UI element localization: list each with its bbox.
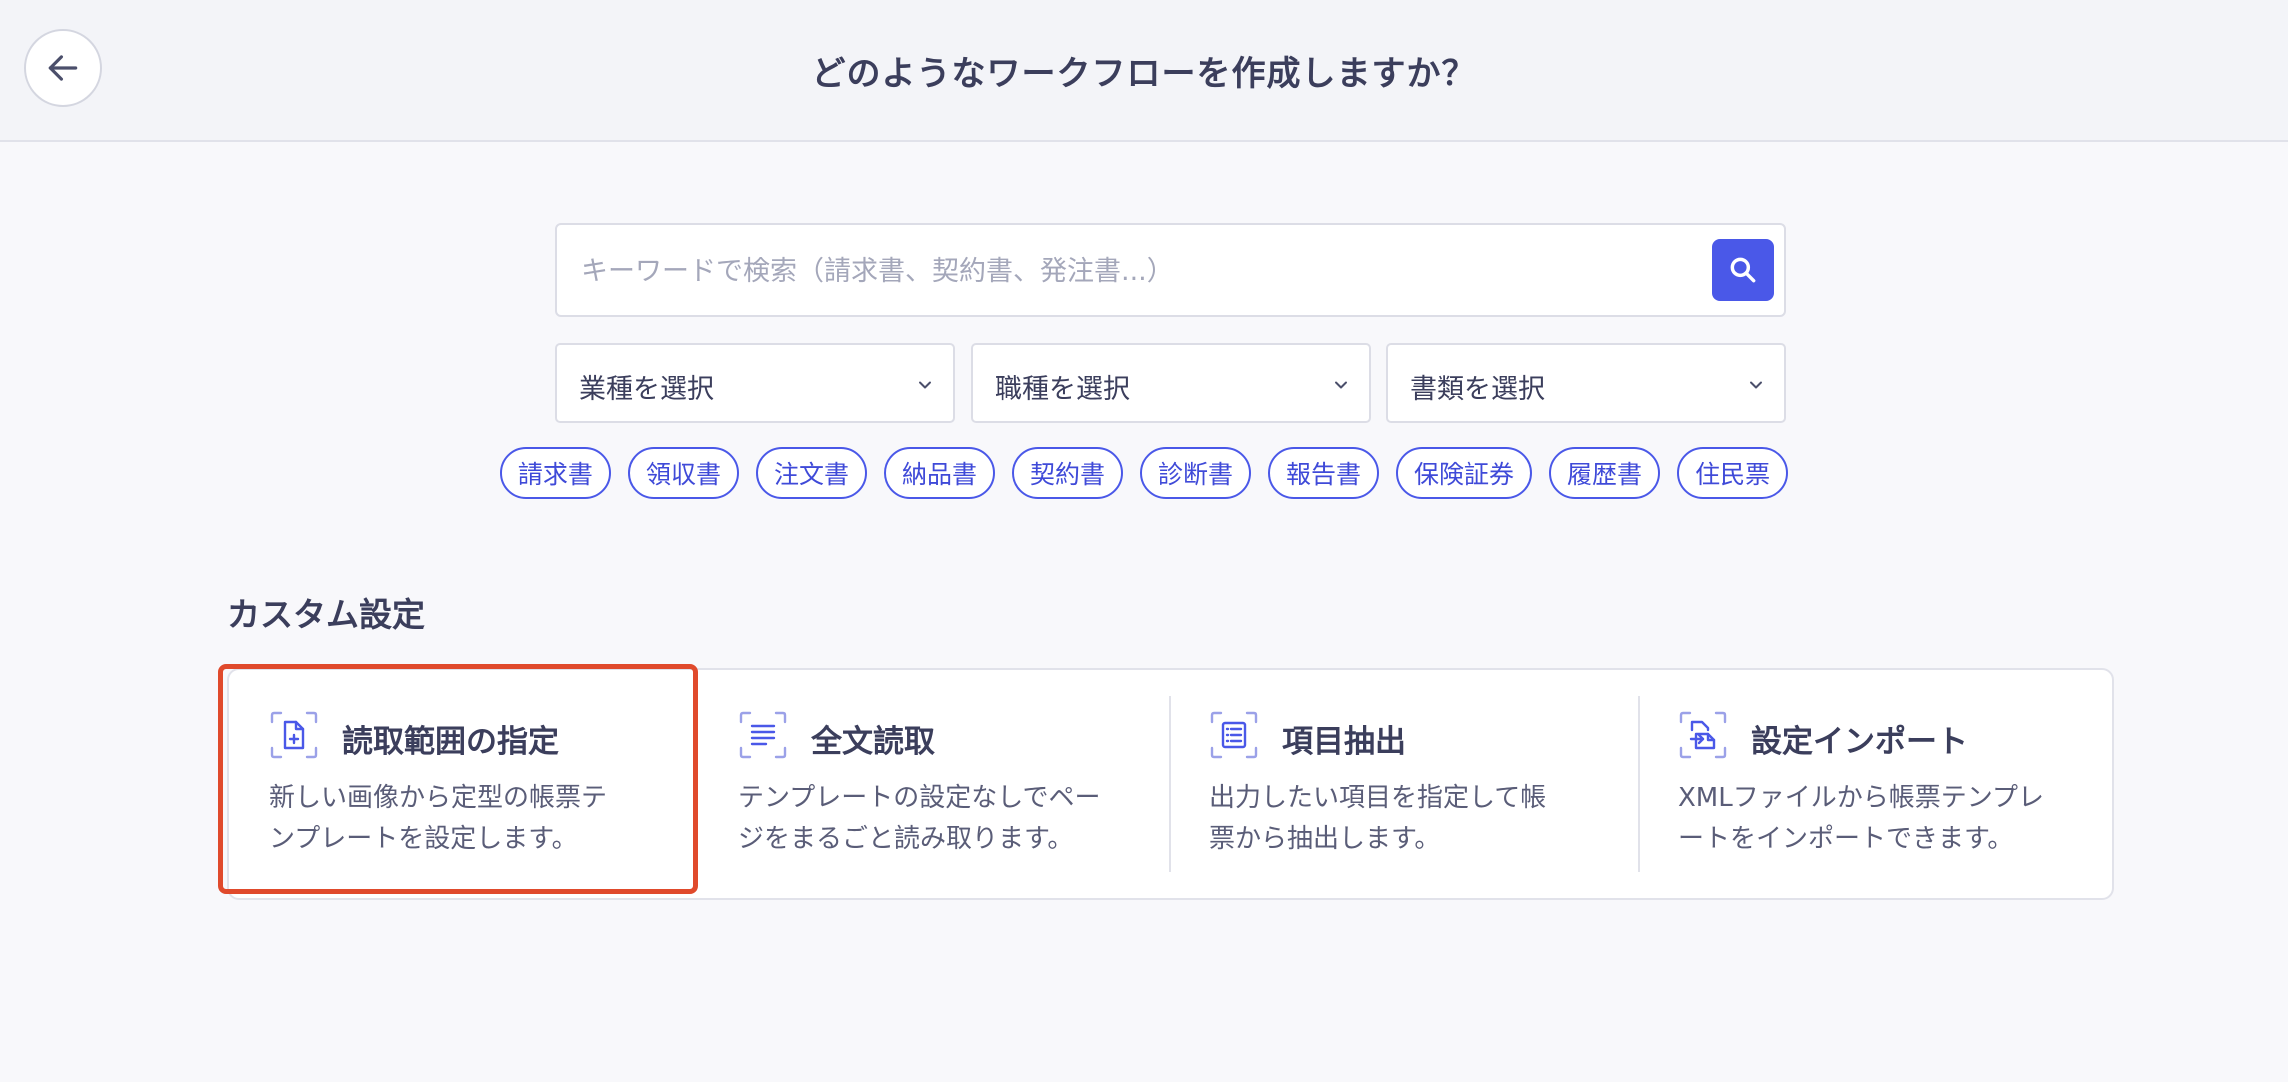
tag-receipt[interactable]: 領収書 [627,447,739,499]
tag-report[interactable]: 報告書 [1268,447,1380,499]
card-description-line: ートをインポートできます。 [1678,824,2014,854]
text-lines-scan-icon [739,711,787,759]
tag-resume[interactable]: 履歴書 [1549,447,1661,499]
job-select-label: 職種を選択 [995,374,1130,405]
card-description-line: テンプレートの設定なしでペー [738,783,1101,813]
custom-settings-cards: 読取範囲の指定 新しい画像から定型の帳票テ ンプレートを設定します。 全文読取 … [227,668,2114,900]
industry-select[interactable]: 業種を選択 [555,343,955,423]
tag-residence-certificate[interactable]: 住民票 [1677,447,1789,499]
tag-delivery-note[interactable]: 納品書 [883,447,995,499]
card-description-line: 出力したい項目を指定して帳 [1209,783,1547,813]
header: どのようなワークフローを作成しますか？ [0,0,2288,142]
tag-invoice[interactable]: 請求書 [499,447,611,499]
document-select[interactable]: 書類を選択 [1386,343,1786,423]
file-plus-scan-icon [270,711,318,759]
card-description-line: ンプレートを設定します。 [269,824,578,854]
search-box [555,223,1786,317]
tag-medical-certificate[interactable]: 診断書 [1140,447,1252,499]
card-description-line: 票から抽出します。 [1209,824,1441,854]
chevron-down-icon [1750,381,1762,389]
tag-list: 請求書 領収書 注文書 納品書 契約書 診断書 報告書 保険証券 履歴書 住民票 [0,447,2288,499]
card-settings-import[interactable]: 設定インポート XMLファイルから帳票テンプレ ートをインポートできます。 [1638,670,2107,898]
file-import-scan-icon [1679,711,1727,759]
card-title: 項目抽出 [1282,724,1406,760]
chevron-down-icon [1335,381,1347,389]
document-select-label: 書類を選択 [1410,374,1545,405]
search-input[interactable] [579,225,1643,317]
tag-contract[interactable]: 契約書 [1011,447,1123,499]
workflow-create-page: どのようなワークフローを作成しますか？ 業種を選択 職種を選択 書類を選択 請求… [0,0,2288,1082]
page-title: どのようなワークフローを作成しますか？ [811,54,1477,94]
industry-select-label: 業種を選択 [579,374,714,405]
card-read-area[interactable]: 読取範囲の指定 新しい画像から定型の帳票テ ンプレートを設定します。 [229,670,698,898]
card-description-line: XMLファイルから帳票テンプレ [1678,783,2044,813]
chevron-down-icon [919,381,931,389]
card-title: 全文読取 [811,724,935,760]
search-icon [1730,257,1756,283]
card-item-extraction[interactable]: 項目抽出 出力したい項目を指定して帳 票から抽出します。 [1169,670,1638,898]
tag-insurance-policy[interactable]: 保険証券 [1396,447,1533,499]
section-title-custom: カスタム設定 [227,595,425,634]
card-description-line: ジをまるごと読み取ります。 [738,824,1074,854]
card-description: テンプレートの設定なしでペー ジをまるごと読み取ります。 [738,778,1138,860]
search-button[interactable] [1712,239,1774,301]
tag-order-form[interactable]: 注文書 [755,447,867,499]
card-description: 新しい画像から定型の帳票テ ンプレートを設定します。 [269,778,669,860]
card-description: 出力したい項目を指定して帳 票から抽出します。 [1209,778,1609,860]
card-title: 読取範囲の指定 [342,724,559,760]
card-description-line: 新しい画像から定型の帳票テ [269,783,608,813]
card-title: 設定インポート [1751,724,1968,760]
card-description: XMLファイルから帳票テンプレ ートをインポートできます。 [1678,778,2078,860]
job-select[interactable]: 職種を選択 [971,343,1371,423]
card-full-text-read[interactable]: 全文読取 テンプレートの設定なしでペー ジをまるごと読み取ります。 [698,670,1167,898]
list-scan-icon [1210,711,1258,759]
